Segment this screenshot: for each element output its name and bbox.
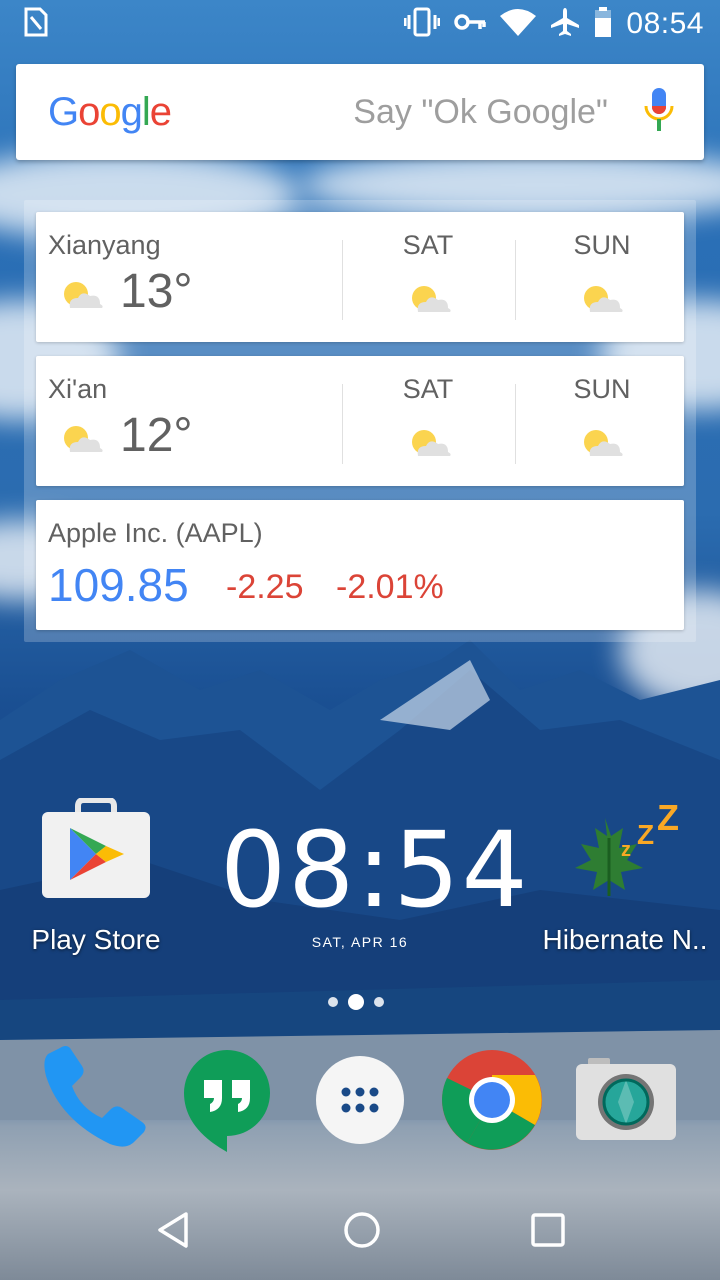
stock-price: 109.85 <box>48 559 189 611</box>
partly-cloudy-icon <box>576 282 626 319</box>
weather-temperature: 13° <box>120 265 193 318</box>
partly-cloudy-icon <box>404 282 454 319</box>
weather-temperature: 12° <box>120 409 193 462</box>
app-label: Play Store <box>31 924 161 955</box>
weather-divider <box>342 240 343 320</box>
page-indicator <box>328 994 384 1010</box>
weather-divider <box>342 384 343 464</box>
page-dot <box>374 997 384 1007</box>
weather-day-label: SAT <box>402 230 454 260</box>
chrome-icon[interactable] <box>440 1048 544 1157</box>
airplane-icon <box>550 7 580 42</box>
status-bar: 08:54 <box>0 0 720 48</box>
weather-city: Xianyang <box>48 230 161 260</box>
app-hibernate[interactable]: z Z Z Hibernate N.. <box>540 797 710 956</box>
sim-card-icon <box>24 7 48 42</box>
page-dot-active <box>348 994 364 1010</box>
weather-divider <box>515 384 516 464</box>
google-logo: Google <box>48 89 172 134</box>
wifi-icon <box>500 8 537 41</box>
partly-cloudy-icon <box>404 426 454 463</box>
vpn-key-icon <box>454 13 487 36</box>
search-placeholder: Say "Ok Google" <box>353 92 608 131</box>
weather-card[interactable]: Xianyang 13° SAT SUN <box>36 212 684 342</box>
hangouts-icon[interactable] <box>182 1048 272 1157</box>
play-store-icon <box>40 797 152 900</box>
weather-card[interactable]: Xi'an 12° SAT SUN <box>36 356 684 486</box>
partly-cloudy-icon <box>56 278 106 315</box>
status-time: 08:54 <box>626 7 704 40</box>
widget-panel: Xianyang 13° SAT SUN Xi'an 12° SAT SUN A… <box>24 200 696 642</box>
stock-change: -2.25 <box>226 568 304 606</box>
stock-card[interactable]: Apple Inc. (AAPL) 109.85 -2.25 -2.01% <box>36 500 684 630</box>
svg-text:Z: Z <box>657 798 679 838</box>
app-label: Hibernate N.. <box>542 924 708 955</box>
clock-date: SAT, APR 16 <box>311 934 409 950</box>
clock-widget[interactable]: 08:54 SAT, APR 16 <box>220 809 530 950</box>
weather-day-label: SUN <box>573 374 631 404</box>
phone-icon[interactable] <box>40 1046 148 1157</box>
recents-icon[interactable] <box>530 1212 566 1253</box>
clock-time: 08:54 <box>220 809 530 931</box>
camera-icon[interactable] <box>576 1058 676 1145</box>
stock-percent-change: -2.01% <box>336 568 444 606</box>
google-search-bar[interactable]: Google Say "Ok Google" <box>16 64 704 160</box>
back-icon[interactable] <box>154 1210 194 1255</box>
vibrate-icon <box>403 7 441 42</box>
partly-cloudy-icon <box>576 426 626 463</box>
svg-text:Z: Z <box>637 819 654 850</box>
battery-icon <box>594 6 612 42</box>
app-play-store[interactable]: Play Store <box>16 797 176 956</box>
stock-name: Apple Inc. (AAPL) <box>48 518 263 548</box>
hibernate-icon: z Z Z <box>565 797 685 908</box>
svg-text:z: z <box>621 839 631 861</box>
weather-divider <box>515 240 516 320</box>
home-icon[interactable] <box>342 1210 382 1255</box>
app-drawer-icon[interactable] <box>316 1056 404 1149</box>
mic-icon[interactable] <box>644 87 674 137</box>
weather-city: Xi'an <box>48 374 108 404</box>
partly-cloudy-icon <box>56 422 106 459</box>
page-dot <box>328 997 338 1007</box>
weather-day-label: SUN <box>573 230 631 260</box>
weather-day-label: SAT <box>402 374 454 404</box>
navigation-bar <box>0 1184 720 1280</box>
